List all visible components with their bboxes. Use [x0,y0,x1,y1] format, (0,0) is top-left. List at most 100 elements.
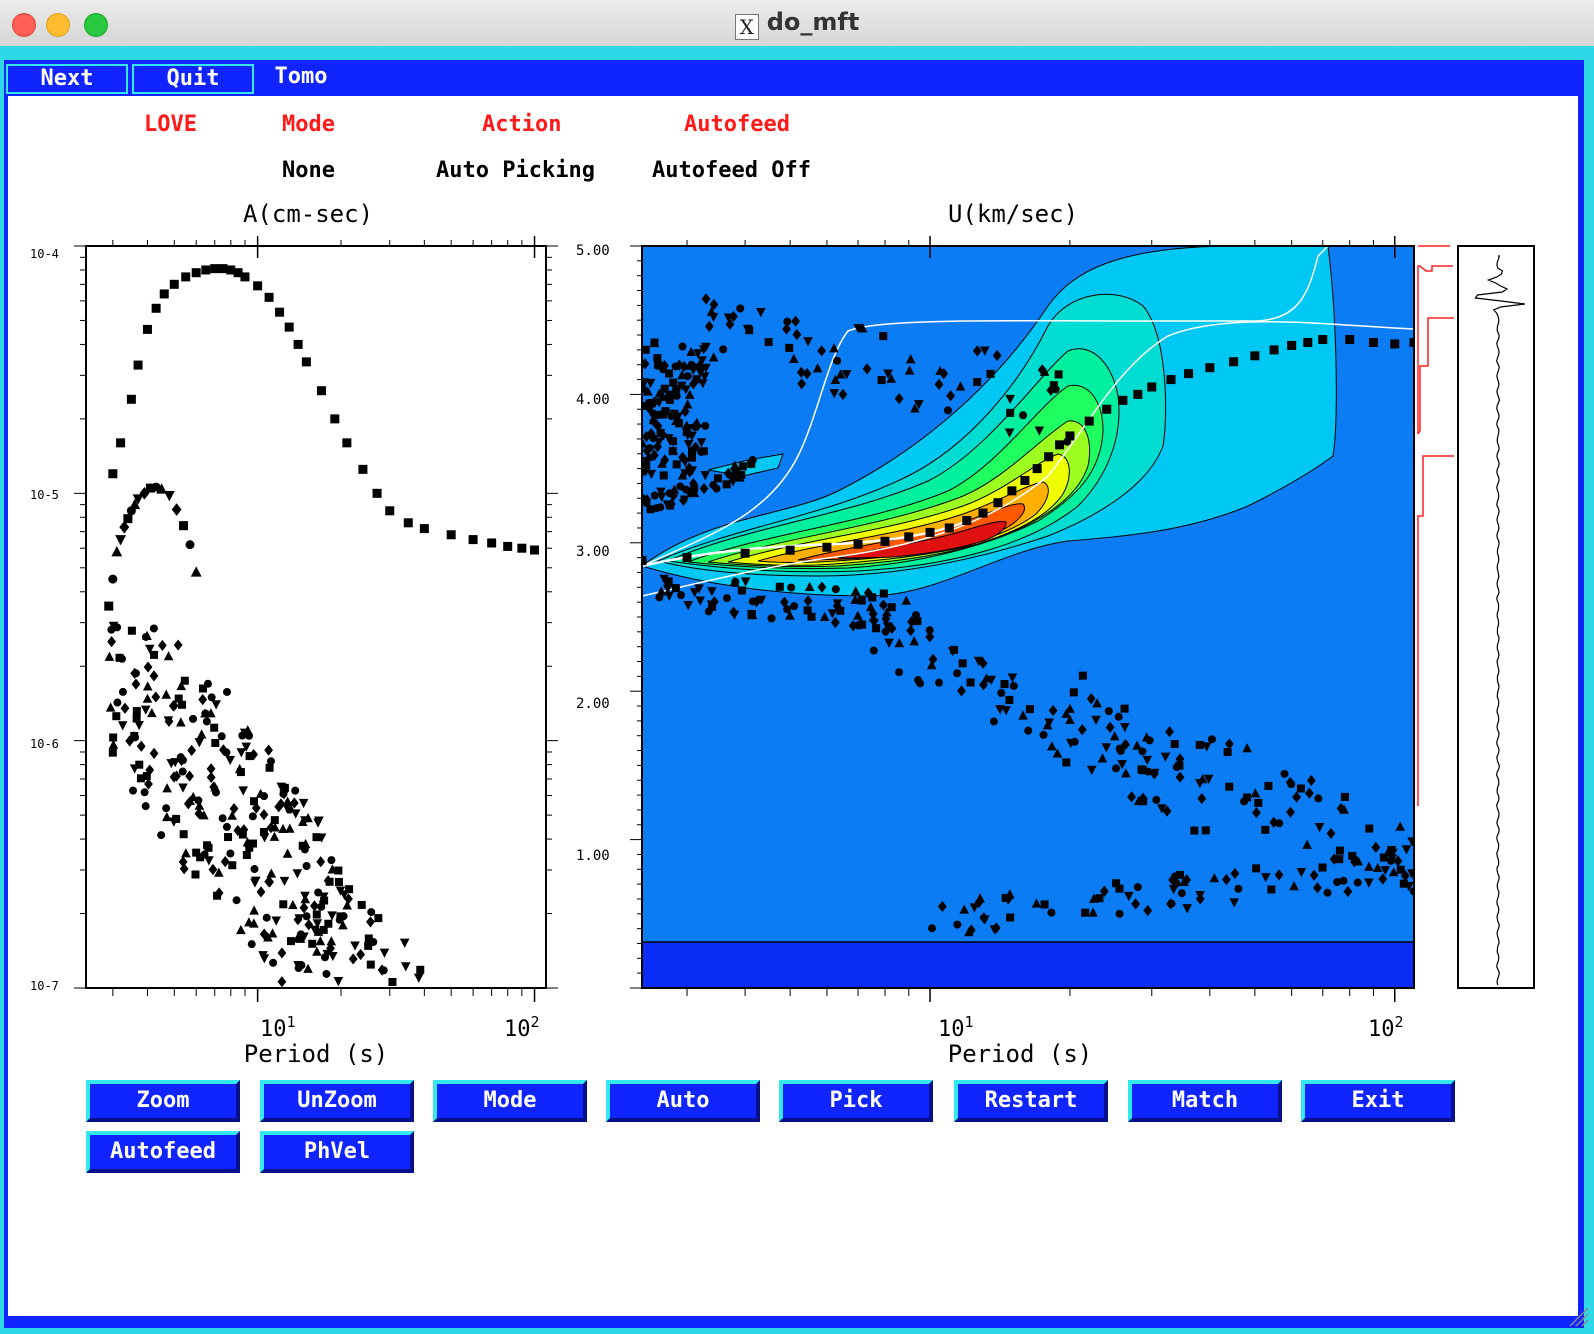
pick-button[interactable]: Pick [779,1080,933,1122]
data-point [129,786,138,795]
data-point [1118,395,1128,405]
data-point [112,712,121,721]
data-point [275,307,285,317]
data-point [126,394,136,404]
data-point [879,332,888,341]
data-point [1006,913,1015,922]
data-point [218,814,227,823]
data-point [869,646,878,655]
data-point [1318,334,1328,344]
auto-button[interactable]: Auto [606,1080,760,1122]
data-point [1207,735,1216,744]
vel-tick-label: 3.00 [576,544,610,560]
data-point [1340,792,1349,801]
data-point [116,438,126,448]
data-point [334,877,343,886]
next-button[interactable]: Next [6,64,128,94]
data-point [803,606,812,615]
vel-tick-label: 1.00 [576,848,610,864]
data-point [403,518,413,528]
data-point [672,460,681,469]
data-point [858,620,867,629]
data-point [1115,744,1124,753]
data-point [1166,375,1176,385]
data-point [1167,899,1176,908]
data-point [767,614,776,623]
plots-canvas[interactable]: A(cm-sec) U(km/sec) 10-4 10-5 10-6 10-7 … [8,96,1578,1096]
data-point [1170,740,1179,749]
data-point [265,763,274,772]
data-point [223,687,232,696]
data-point [327,856,336,865]
data-point [264,292,274,302]
seismogram-panel[interactable] [1457,245,1535,989]
vel-tick-label: 5.00 [576,243,610,259]
match-button[interactable]: Match [1128,1080,1282,1122]
data-point [446,530,456,540]
data-point [671,584,680,593]
data-point [649,434,658,443]
data-point [217,732,226,741]
zoom-button[interactable]: Zoom [86,1080,240,1122]
resize-grip-icon[interactable] [1568,1306,1590,1328]
velocity-heatmap [642,246,1414,988]
data-point [366,960,375,969]
app-window: Xdo_mft Next Quit Tomo LOVE Mode Action … [0,0,1594,1334]
red-step-indicator [1417,245,1454,806]
tomo-menu[interactable]: Tomo [266,64,336,90]
amp-tick-label: 10-5 [30,488,59,502]
data-point [419,524,429,534]
data-point [1323,888,1332,897]
data-point [364,934,373,943]
data-point [269,958,278,967]
data-point [1039,730,1048,739]
data-point [253,281,263,291]
data-point [517,543,527,553]
amp-plot-frame[interactable] [85,245,547,989]
data-point [944,523,954,533]
data-point [1070,737,1079,746]
mode-button[interactable]: Mode [433,1080,587,1122]
data-point [285,805,294,814]
data-point [372,488,382,498]
data-point [877,376,886,385]
data-point [334,866,343,875]
data-point [123,514,133,524]
data-point [226,849,235,858]
phvel-button[interactable]: PhVel [260,1131,414,1173]
quit-button[interactable]: Quit [132,64,254,94]
data-point [169,279,179,289]
data-point [682,553,692,563]
data-point [669,437,678,446]
data-point [1133,883,1142,892]
data-point [141,632,150,641]
data-point [108,748,117,757]
data-point [1365,824,1374,833]
data-point [487,538,497,548]
data-point [659,365,668,374]
data-point [191,268,201,278]
window-title: Xdo_mft [0,8,1594,40]
autofeed-button[interactable]: Autofeed [86,1131,240,1173]
data-point [1368,337,1378,347]
data-point [1172,763,1181,772]
data-point [118,687,127,696]
amp-tick-label: 10-7 [30,979,59,993]
data-point [142,324,152,334]
data-point [530,545,540,555]
data-point [150,650,159,659]
vel-bottom-band [642,942,1414,988]
exit-button[interactable]: Exit [1301,1080,1455,1122]
unzoom-button[interactable]: UnZoom [260,1080,414,1122]
data-point [1084,416,1094,426]
data-point [783,605,792,614]
data-point [240,272,250,282]
data-point [191,870,200,879]
data-point [259,827,268,836]
data-point [1025,705,1034,714]
restart-button[interactable]: Restart [954,1080,1108,1122]
title-bar[interactable]: Xdo_mft [0,0,1594,47]
data-point [713,474,722,483]
data-point [320,953,329,962]
data-point [1296,784,1305,793]
